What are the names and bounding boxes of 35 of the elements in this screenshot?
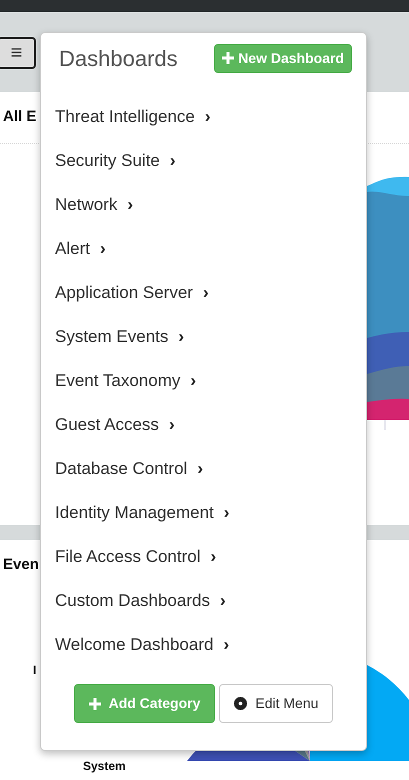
dashboard-category-link[interactable]: Identity Management: [55, 503, 214, 522]
plus-icon: [222, 52, 234, 64]
dashboard-category-link[interactable]: Threat Intelligence: [55, 107, 195, 126]
chevron-icon: ›: [127, 195, 134, 214]
chevron-icon: ›: [178, 327, 184, 346]
dashboard-category-link[interactable]: Welcome Dashboard: [55, 635, 214, 654]
menu-title: Dashboards: [59, 44, 178, 72]
dashboard-category-link[interactable]: System Events: [55, 327, 168, 346]
chevron-icon: ›: [210, 547, 216, 566]
chevron-icon: ›: [202, 283, 209, 302]
pie-label: I: [33, 662, 38, 678]
chevron-icon: ›: [204, 107, 211, 126]
dashboard-category-link[interactable]: Guest Access: [55, 415, 159, 434]
dashboard-category-link[interactable]: Custom Dashboards: [55, 591, 210, 610]
dashboard-category-link[interactable]: Alert: [55, 239, 90, 258]
dashboard-category-link[interactable]: File Access Control: [55, 547, 200, 566]
dashboard-category-link[interactable]: Security Suite: [55, 151, 160, 170]
chevron-icon: ›: [168, 415, 175, 434]
pie-label: System: [82, 758, 127, 774]
chevron-icon: ›: [170, 151, 176, 170]
chevron-icon: ›: [224, 503, 230, 522]
dashboard-category-link[interactable]: Application Server: [55, 283, 193, 302]
menu-button[interactable]: ≡: [0, 37, 36, 69]
dashboard-category-link[interactable]: Event Taxonomy: [55, 371, 180, 390]
dashboard-category-link[interactable]: Database Control: [55, 459, 188, 478]
edit-menu-button[interactable]: Edit Menu: [219, 684, 334, 723]
chevron-icon: ›: [197, 459, 203, 478]
dashboard-category-link[interactable]: Network: [55, 195, 118, 214]
panel-title: Even: [3, 556, 39, 573]
chevron-icon: ›: [220, 591, 226, 610]
chevron-icon: ›: [100, 239, 106, 258]
panel-title: All E: [3, 108, 36, 125]
chevron-icon: ›: [223, 635, 230, 654]
chevron-icon: ›: [190, 371, 196, 390]
plus-icon: [88, 698, 101, 710]
